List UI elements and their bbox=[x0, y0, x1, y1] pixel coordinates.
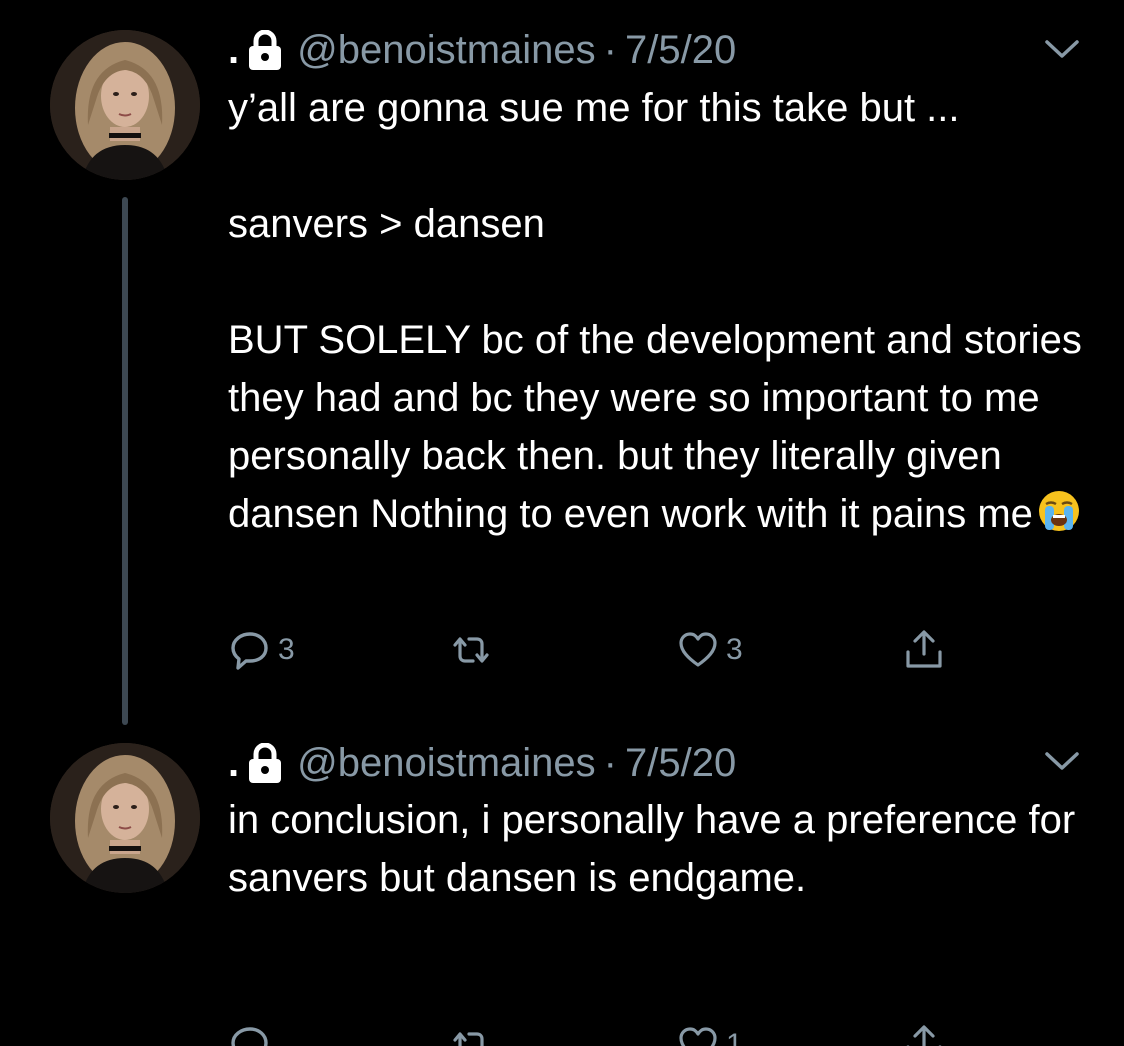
separator-dot: · bbox=[603, 28, 617, 72]
tweet-text-line: y’all are gonna sue me for this take but… bbox=[228, 86, 960, 130]
more-options-button[interactable] bbox=[1040, 739, 1084, 783]
tweet-text-paragraph: BUT SOLELY bc of the development and sto… bbox=[228, 311, 1098, 543]
tweet-header: . @benoistmaines · 7/5/20 bbox=[228, 735, 736, 791]
tweet-date[interactable]: 7/5/20 bbox=[625, 22, 736, 78]
lock-icon bbox=[247, 743, 283, 783]
display-name[interactable]: . bbox=[228, 735, 239, 791]
more-options-button[interactable] bbox=[1040, 27, 1084, 71]
reply-icon bbox=[228, 1023, 272, 1046]
loudly-crying-face-emoji bbox=[1037, 489, 1081, 533]
tweet-text-line: BUT SOLELY bc of the development and sto… bbox=[228, 318, 1093, 536]
share-button[interactable] bbox=[902, 620, 946, 680]
tweet-header: . @benoistmaines · 7/5/20 bbox=[228, 22, 736, 78]
share-button[interactable] bbox=[902, 1015, 946, 1046]
share-icon bbox=[902, 1023, 946, 1046]
tweet-text: y’all are gonna sue me for this take but… bbox=[228, 79, 1098, 543]
like-button[interactable]: 1 bbox=[676, 1015, 743, 1046]
tweet-text-line: sanvers > dansen bbox=[228, 202, 545, 246]
retweet-button[interactable] bbox=[449, 620, 499, 680]
reply-count: 3 bbox=[278, 633, 295, 666]
reply-button[interactable] bbox=[228, 1015, 278, 1046]
avatar[interactable] bbox=[50, 743, 200, 893]
like-button[interactable]: 3 bbox=[676, 620, 743, 680]
reply-icon bbox=[228, 628, 272, 672]
tweet[interactable]: . @benoistmaines · 7/5/20 in conclusion,… bbox=[0, 735, 1124, 1046]
tweet-text-line: in conclusion, i personally have a prefe… bbox=[228, 798, 1087, 900]
tweet-actions: 3 3 bbox=[0, 620, 1124, 680]
like-count: 3 bbox=[726, 633, 743, 666]
user-handle[interactable]: @benoistmaines bbox=[297, 735, 596, 791]
tweet[interactable]: . @benoistmaines · 7/5/20 y’all are gonn… bbox=[0, 0, 1124, 735]
tweet-thread: . @benoistmaines · 7/5/20 y’all are gonn… bbox=[0, 0, 1124, 1046]
retweet-button[interactable] bbox=[449, 1015, 499, 1046]
avatar[interactable] bbox=[50, 30, 200, 180]
heart-icon bbox=[676, 628, 720, 672]
chevron-down-icon bbox=[1044, 38, 1080, 60]
user-handle[interactable]: @benoistmaines bbox=[297, 22, 596, 78]
tweet-text: in conclusion, i personally have a prefe… bbox=[228, 791, 1098, 907]
display-name[interactable]: . bbox=[228, 22, 239, 78]
tweet-actions: 1 bbox=[0, 1015, 1124, 1046]
like-count: 1 bbox=[726, 1028, 743, 1046]
retweet-icon bbox=[449, 628, 493, 672]
lock-icon bbox=[247, 30, 283, 70]
chevron-down-icon bbox=[1044, 750, 1080, 772]
reply-button[interactable]: 3 bbox=[228, 620, 295, 680]
tweet-date[interactable]: 7/5/20 bbox=[625, 735, 736, 791]
separator-dot: · bbox=[603, 741, 617, 785]
retweet-icon bbox=[449, 1023, 493, 1046]
heart-icon bbox=[676, 1023, 720, 1046]
share-icon bbox=[902, 628, 946, 672]
